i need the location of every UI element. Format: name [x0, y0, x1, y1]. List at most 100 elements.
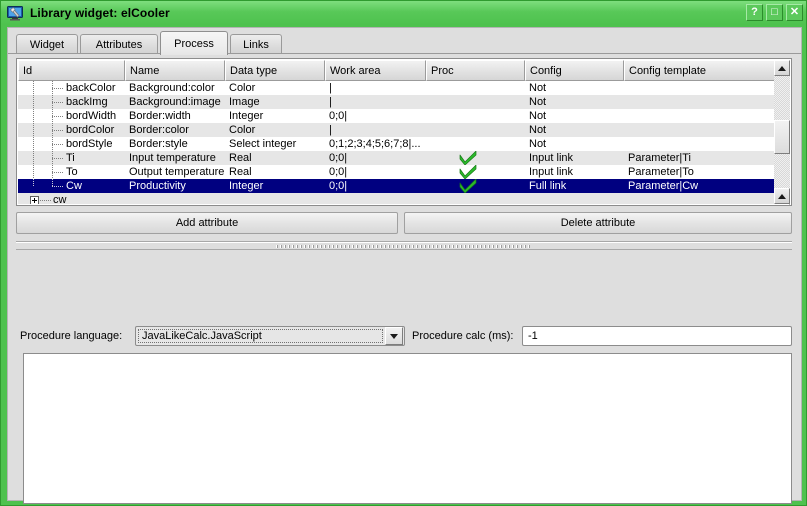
procedure-code-editor[interactable]: [23, 353, 792, 504]
table-row[interactable]: bordStyle Border:style Select integer 0;…: [18, 137, 775, 151]
cell-template: Parameter|Ti: [624, 151, 775, 165]
table-row[interactable]: bordColor Border:color Color | Not: [18, 123, 775, 137]
cell-template: [624, 109, 775, 123]
cell-workarea: 0;0|: [325, 165, 426, 179]
window-controls: ? □ ✕: [746, 4, 803, 21]
cell-config: Not: [525, 123, 624, 137]
column-header-workarea[interactable]: Work area: [325, 60, 426, 81]
table-row[interactable]: bordWidth Border:width Integer 0;0| Not: [18, 109, 775, 123]
tab-links[interactable]: Links: [230, 34, 282, 54]
tree-branch-icon: [28, 81, 66, 95]
arrow-up-icon: [778, 194, 786, 199]
attributes-table[interactable]: Id Name Data type Work area Proc Config …: [16, 58, 792, 206]
cell-datatype: Color: [225, 81, 325, 95]
cell-template: [624, 95, 775, 109]
cell-id: backColor: [66, 81, 116, 95]
close-window-button[interactable]: ✕: [786, 4, 803, 21]
cell-datatype: Color: [225, 123, 325, 137]
cell-template: Parameter|Cw: [624, 179, 775, 193]
procedure-calc-label: Procedure calc (ms):: [412, 327, 513, 345]
cell-id: cw: [53, 193, 66, 204]
procedure-language-select[interactable]: JavaLikeCalc.JavaScript: [135, 326, 405, 346]
splitter-grip-icon: [276, 245, 532, 248]
cell-id: bordWidth: [66, 109, 116, 123]
library-widget-window: Library widget: elCooler ? □ ✕ Widget At…: [0, 0, 807, 506]
tree-branch-icon: [28, 95, 66, 109]
plus-box-icon[interactable]: [30, 196, 39, 205]
cell-proc: [426, 123, 525, 137]
procedure-language-value: JavaLikeCalc.JavaScript: [137, 328, 384, 344]
cell-config: Full link: [525, 179, 624, 193]
delete-attribute-button[interactable]: Delete attribute: [404, 212, 792, 234]
cell-name: Border:style: [125, 137, 225, 151]
cell-id: backImg: [66, 95, 108, 109]
tree-branch-icon: [28, 179, 66, 193]
cell-datatype: Select integer: [225, 137, 325, 151]
cell-datatype: Image: [225, 95, 325, 109]
title-bar[interactable]: Library widget: elCooler ? □ ✕: [1, 1, 807, 25]
chevron-down-icon[interactable]: [385, 327, 403, 345]
add-attribute-button[interactable]: Add attribute: [16, 212, 398, 234]
cell-name: Output temperature: [125, 165, 225, 179]
tab-attributes[interactable]: Attributes: [80, 34, 158, 54]
column-header-proc[interactable]: Proc: [426, 60, 525, 81]
procedure-language-label: Procedure language:: [20, 327, 122, 345]
cell-workarea: 0;1;2;3;4;5;6;7;8|...: [325, 137, 426, 151]
cell-id: bordStyle: [66, 137, 112, 151]
tab-process[interactable]: Process: [160, 31, 228, 55]
cell-id: Cw: [66, 179, 82, 193]
table-vertical-scrollbar[interactable]: [774, 60, 790, 204]
cell-workarea: |: [325, 95, 426, 109]
panel-splitter[interactable]: [16, 241, 792, 251]
column-header-config[interactable]: Config: [525, 60, 624, 81]
widget-library-icon: [7, 5, 23, 21]
cell-workarea: 0;0|: [325, 179, 426, 193]
cell-template: Parameter|To: [624, 165, 775, 179]
cell-name: Background:image: [125, 95, 225, 109]
table-row[interactable]: Ti Input temperature Real 0;0|: [18, 151, 775, 165]
column-header-datatype[interactable]: Data type: [225, 60, 325, 81]
arrow-up-icon: [778, 66, 786, 71]
column-header-id[interactable]: Id: [18, 60, 125, 81]
tree-branch-icon: [28, 137, 66, 151]
window-title: Library widget: elCooler: [30, 6, 170, 20]
check-mark-icon: [458, 165, 478, 179]
help-button[interactable]: ?: [746, 4, 763, 21]
table-row[interactable]: backColor Background:color Color | Not: [18, 81, 775, 95]
cell-config: Input link: [525, 151, 624, 165]
maximize-button[interactable]: □: [766, 4, 783, 21]
cell-proc: [426, 137, 525, 151]
cell-workarea: |: [325, 81, 426, 95]
cell-proc: [426, 109, 525, 123]
scrollbar-track[interactable]: [774, 76, 790, 188]
cell-datatype: Real: [225, 151, 325, 165]
tab-bar: Widget Attributes Process Links: [8, 30, 801, 54]
table-row[interactable]: backImg Background:image Image | Not: [18, 95, 775, 109]
column-header-name[interactable]: Name: [125, 60, 225, 81]
table-row-selected[interactable]: Cw Productivity Integer 0;0|: [18, 179, 775, 193]
cell-name: Border:color: [125, 123, 225, 137]
scroll-down-button[interactable]: [774, 204, 790, 206]
table-row[interactable]: To Output temperature Real 0;0|: [18, 165, 775, 179]
client-area: Widget Attributes Process Links Id Name …: [7, 27, 802, 501]
scrollbar-thumb[interactable]: [774, 120, 790, 154]
tree-branch-icon: [28, 123, 66, 137]
procedure-calc-input[interactable]: -1: [522, 326, 792, 346]
tree-branch-icon: [28, 165, 66, 179]
cell-id: bordColor: [66, 123, 114, 137]
check-mark-icon: [458, 179, 478, 193]
cell-datatype: Integer: [225, 179, 325, 193]
cell-id: To: [66, 165, 78, 179]
cell-name: Input temperature: [125, 151, 225, 165]
cell-template: [624, 81, 775, 95]
cell-config: Not: [525, 81, 624, 95]
cell-name: Background:color: [125, 81, 225, 95]
scroll-up-button-inner[interactable]: [774, 188, 790, 204]
table-root-row[interactable]: cw: [18, 193, 775, 204]
check-mark-icon: [458, 151, 478, 165]
scroll-up-button[interactable]: [774, 60, 790, 76]
tree-connector-icon: [40, 200, 52, 201]
tab-widget[interactable]: Widget: [16, 34, 78, 54]
column-header-config-template[interactable]: Config template: [624, 60, 775, 81]
cell-name: Productivity: [125, 179, 225, 193]
